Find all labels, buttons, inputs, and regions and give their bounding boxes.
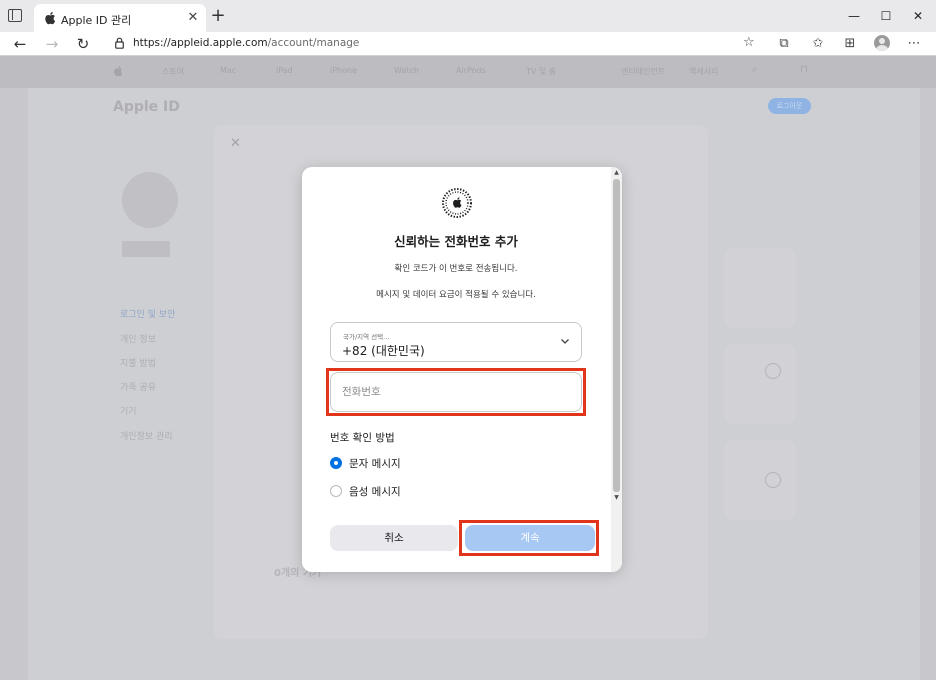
url-text[interactable]: https://appleid.apple.com/account/manage [133, 37, 359, 49]
radio-option-sms[interactable]: 문자 메시지 [330, 455, 450, 473]
signout-button[interactable]: 로그아웃 [768, 98, 811, 114]
account-name-placeholder [122, 241, 170, 257]
radio-sms[interactable] [330, 457, 342, 469]
scroll-thumb[interactable] [613, 179, 620, 492]
sidebar-item-signin-security[interactable]: 로그인 및 보안 [120, 307, 175, 320]
tab-actions-icon[interactable] [8, 9, 24, 23]
collections-icon[interactable]: ⊞ [842, 36, 858, 52]
background-circle-icon [765, 472, 781, 488]
gn-tv-home[interactable]: TV 및 홈 [526, 66, 556, 77]
gn-watch[interactable]: Watch [394, 66, 419, 75]
gn-mac[interactable]: Mac [220, 66, 236, 75]
gn-store[interactable]: 스토어 [162, 66, 184, 77]
dialog-description-line1: 확인 코드가 이 번호로 전송됩니다. [394, 264, 518, 274]
sidebar-item-family[interactable]: 가족 공유 [120, 380, 156, 393]
background-card [724, 440, 796, 520]
extensions-icon[interactable]: ⧉ [776, 36, 792, 52]
tab-close-icon[interactable]: ✕ [186, 11, 200, 25]
sidebar-item-personal-info[interactable]: 개인 정보 [120, 332, 156, 345]
dialog-description-line2: 메시지 및 데이터 요금이 적용될 수 있습니다. [376, 290, 536, 300]
lock-icon[interactable] [115, 37, 124, 49]
tab-title: Apple ID 관리 [61, 14, 132, 27]
radio-voice-label[interactable]: 음성 메시지 [349, 484, 401, 499]
browser-tab[interactable]: Apple ID 관리 ✕ [34, 4, 206, 32]
country-select-label: 국가/지역 선택... [343, 333, 390, 341]
new-tab-button[interactable]: + [210, 7, 226, 25]
refresh-button[interactable]: ↻ [73, 34, 93, 54]
add-trusted-phone-dialog: 신뢰하는 전화번호 추가 확인 코드가 이 번호로 전송됩니다. 메시지 및 데… [302, 167, 622, 572]
scroll-down-icon[interactable]: ▼ [613, 494, 620, 501]
sidebar-item-privacy[interactable]: 개인정보 관리 [120, 429, 173, 442]
global-nav: 스토어 Mac iPad iPhone Watch AirPods TV 및 홈… [0, 56, 936, 88]
page-title: Apple ID [113, 99, 180, 115]
more-icon[interactable]: ⋯ [906, 36, 922, 52]
back-button[interactable]: ← [10, 34, 30, 54]
radio-option-voice[interactable]: 음성 메시지 [330, 483, 450, 501]
apple-logo-icon[interactable] [113, 65, 123, 77]
gn-accessories[interactable]: 액세서리 [689, 66, 718, 77]
gn-airpods[interactable]: AirPods [456, 66, 486, 75]
gn-ipad[interactable]: iPad [276, 66, 293, 75]
dialog-scrollbar[interactable]: ▲ ▼ [611, 167, 622, 572]
browser-toolbar: ← → ↻ https://appleid.apple.com/account/… [0, 32, 936, 56]
maximize-button[interactable]: ☐ [876, 6, 896, 26]
gn-iphone[interactable]: iPhone [330, 66, 357, 75]
dialog-title: 신뢰하는 전화번호 추가 [394, 234, 518, 249]
close-window-button[interactable]: ✕ [908, 6, 928, 26]
chevron-down-icon [561, 339, 569, 344]
background-close-icon[interactable]: ✕ [230, 136, 241, 151]
apple-dotted-logo-icon [442, 188, 472, 218]
scroll-up-icon[interactable]: ▲ [613, 169, 620, 176]
radio-sms-label[interactable]: 문자 메시지 [349, 456, 401, 471]
address-bar[interactable]: https://appleid.apple.com/account/manage… [103, 32, 767, 55]
bag-icon[interactable]: ⊓ [800, 64, 808, 75]
browser-tab-bar: Apple ID 관리 ✕ + — ☐ ✕ [0, 0, 936, 32]
search-icon[interactable]: ⌕ [752, 64, 758, 75]
gn-entertainment[interactable]: 엔터테인먼트 [621, 66, 665, 77]
phone-number-input[interactable] [330, 372, 582, 412]
cancel-button[interactable]: 취소 [330, 525, 458, 551]
verify-method-heading: 번호 확인 방법 [330, 432, 395, 444]
profile-icon[interactable] [874, 35, 890, 51]
minimize-button[interactable]: — [844, 6, 864, 26]
favorites-bar-icon[interactable]: ✩ [810, 36, 826, 52]
background-card [724, 344, 796, 424]
forward-button[interactable]: → [42, 34, 62, 54]
radio-voice[interactable] [330, 485, 342, 497]
sidebar-item-payment[interactable]: 지불 방법 [120, 356, 156, 369]
apple-favicon-icon [45, 12, 56, 25]
background-card [724, 248, 796, 328]
sidebar-item-devices[interactable]: 기기 [120, 404, 137, 417]
continue-button[interactable]: 계속 [465, 525, 595, 551]
background-circle-icon [765, 363, 781, 379]
avatar [122, 172, 178, 228]
country-select-value: +82 (대한민국) [342, 344, 425, 358]
country-select[interactable]: 국가/지역 선택... +82 (대한민국) [330, 322, 582, 362]
favorites-star-icon[interactable]: ☆ [743, 35, 759, 51]
